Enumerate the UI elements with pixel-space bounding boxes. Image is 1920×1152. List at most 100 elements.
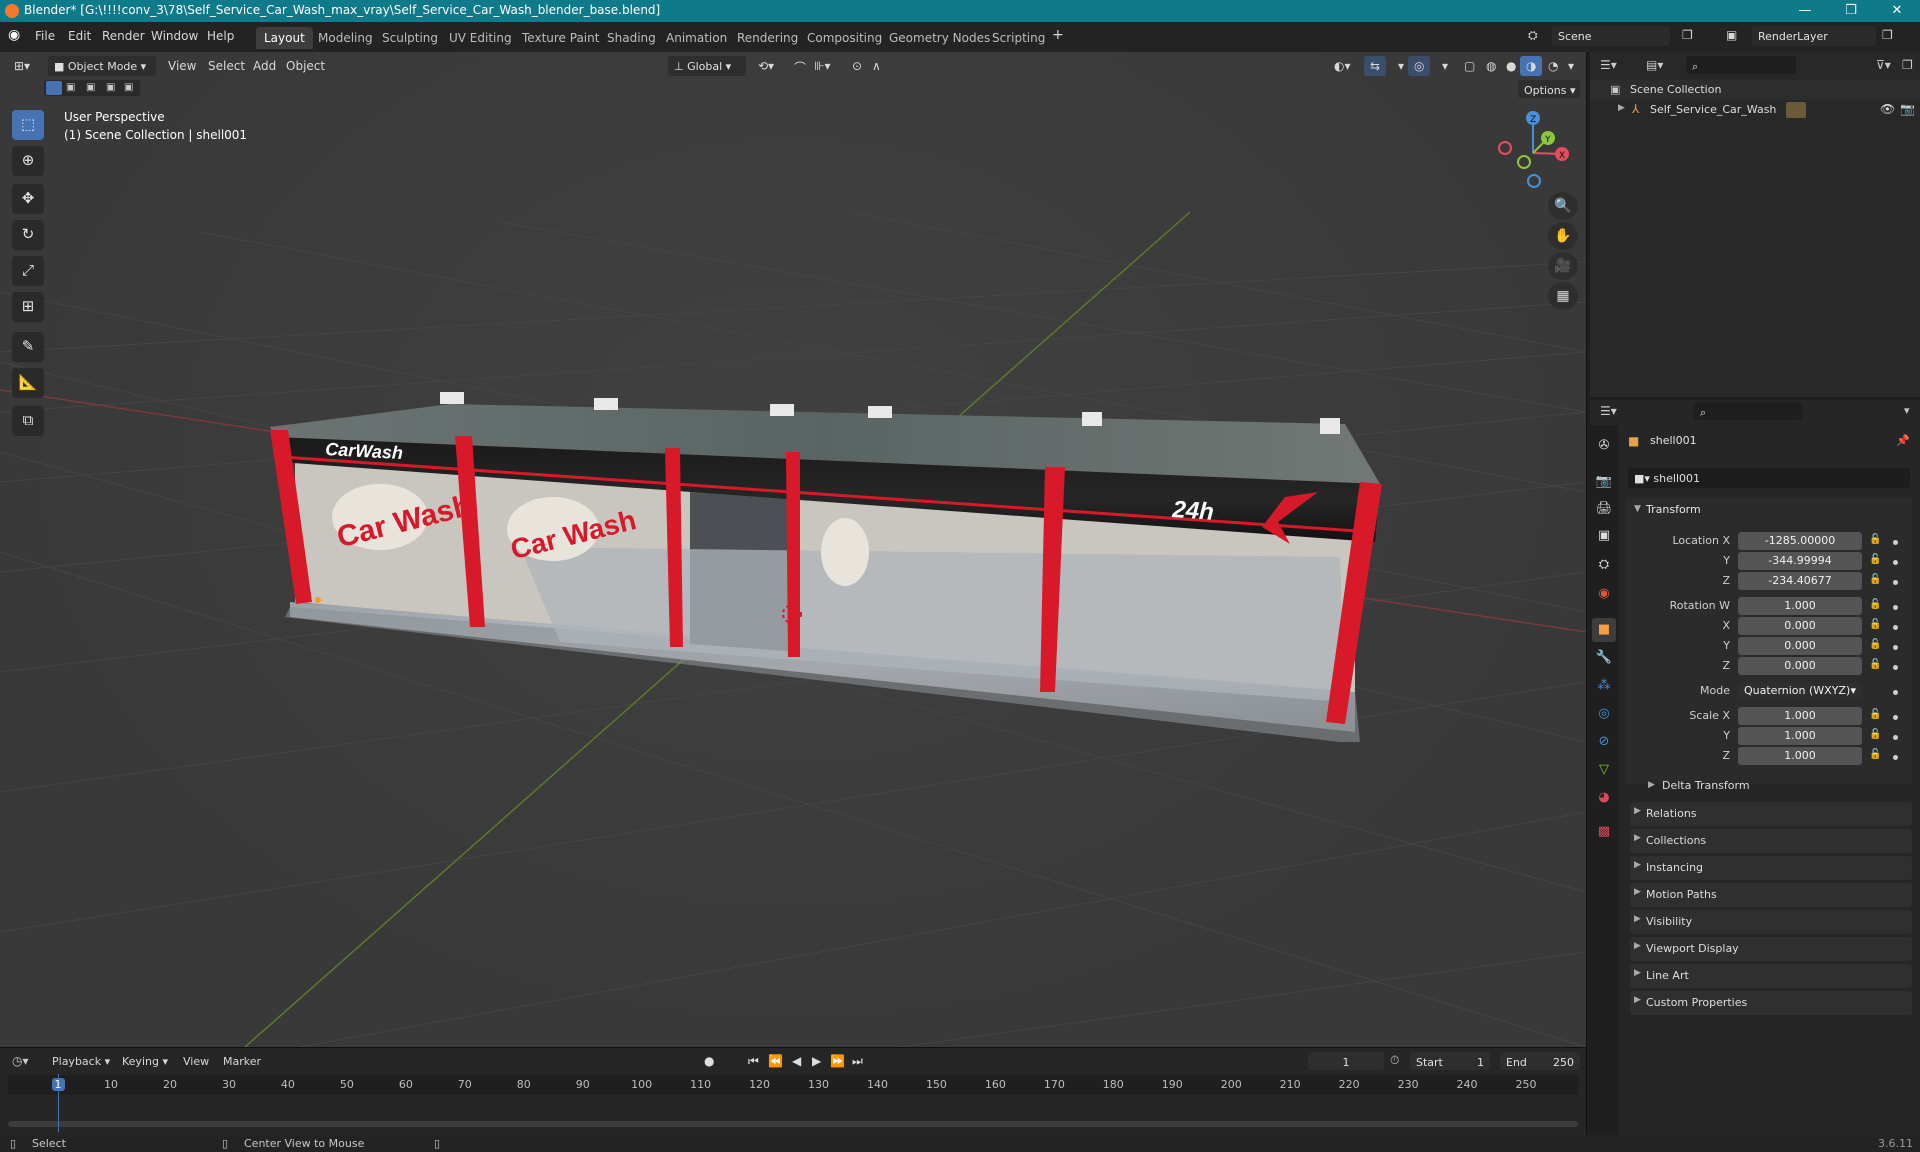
keyframe-dot-icon[interactable] — [1893, 665, 1898, 670]
options-dropdown[interactable]: Options ▾ — [1518, 80, 1580, 98]
rotation-x-field[interactable]: 0.000 — [1738, 617, 1862, 635]
jump-start-icon[interactable]: ⏮ — [748, 1054, 759, 1069]
view-layer-icon[interactable]: ▣ — [1726, 28, 1737, 42]
proportional-edit-icon[interactable]: ⊙ — [846, 56, 868, 76]
stopwatch-icon[interactable]: ⏱ — [1390, 1053, 1399, 1068]
lock-icon[interactable]: 🔓 — [1869, 709, 1881, 720]
jump-end-icon[interactable]: ⏭ — [852, 1054, 863, 1069]
play-reverse-icon[interactable]: ◀ — [792, 1054, 801, 1068]
location-x-field[interactable]: -1285.00000 — [1738, 532, 1862, 550]
tab-uv-editing[interactable]: UV Editing — [441, 27, 520, 49]
3d-viewport[interactable]: Car Wash Car Wash CarWash 24h — [0, 52, 1586, 1047]
minimize-button[interactable]: — — [1782, 0, 1828, 22]
material-tab-icon[interactable]: ◕ — [1592, 786, 1616, 810]
pivot-point-icon[interactable]: ⟲▾ — [752, 56, 780, 76]
keyframe-dot-icon[interactable] — [1893, 540, 1898, 545]
lock-icon[interactable]: 🔓 — [1869, 599, 1881, 610]
gizmo-neg-z[interactable] — [1527, 174, 1541, 188]
lock-icon[interactable]: 🔓 — [1869, 729, 1881, 740]
scale-x-field[interactable]: 1.000 — [1738, 707, 1862, 725]
measure-tool[interactable]: 📐 — [12, 368, 44, 398]
tab-sculpting[interactable]: Sculpting — [374, 27, 446, 49]
tab-layout[interactable]: Layout — [256, 27, 313, 49]
outliner-editor-icon[interactable]: ☰▾ — [1600, 58, 1617, 72]
rotation-mode-select[interactable]: Quaternion (WXYZ) ▾ — [1738, 682, 1862, 700]
next-keyframe-icon[interactable]: ⏩ — [830, 1054, 845, 1068]
output-tab-icon[interactable]: 🖨 — [1592, 497, 1616, 521]
view-layer-tab-icon[interactable]: ▣ — [1592, 524, 1616, 548]
location-z-field[interactable]: -234.40677 — [1738, 572, 1862, 590]
menu-add[interactable]: Add — [247, 56, 282, 76]
constraints-tab-icon[interactable]: ⊘ — [1592, 730, 1616, 754]
ortho-grid-icon[interactable]: ▦ — [1548, 282, 1578, 310]
rotation-w-field[interactable]: 1.000 — [1738, 597, 1862, 615]
camera-render-icon[interactable]: 📷 — [1900, 102, 1915, 116]
menu-window[interactable]: Window — [151, 29, 198, 43]
relations-panel[interactable]: ▶ Relations — [1630, 802, 1912, 826]
falloff-icon[interactable]: ∧ — [866, 56, 887, 76]
motion-paths-panel[interactable]: ▶ Motion Paths — [1630, 883, 1912, 907]
shading-options-icon[interactable]: ▾ — [1562, 56, 1580, 76]
navigation-gizmo[interactable]: Z X Y — [1488, 108, 1578, 198]
render-tab-icon[interactable]: 📷 — [1592, 470, 1616, 494]
scene-tab-icon[interactable]: ⛭ — [1592, 553, 1616, 577]
menu-view[interactable]: View — [162, 56, 202, 76]
lock-icon[interactable]: 🔓 — [1869, 619, 1881, 630]
play-icon[interactable]: ▶ — [812, 1054, 821, 1068]
transform-orientation-selector[interactable]: ⊥ Global ▾ — [668, 56, 746, 76]
material-shading-icon[interactable]: ◑ — [1520, 56, 1543, 76]
filter-icon[interactable]: ⊽▾ — [1876, 58, 1891, 72]
new-view-layer-icon[interactable]: ❐ — [1882, 28, 1893, 42]
menu-edit[interactable]: Edit — [68, 29, 91, 43]
keyframe-dot-icon[interactable] — [1893, 645, 1898, 650]
end-frame-field[interactable]: End 250 — [1500, 1052, 1580, 1070]
keyframe-dot-icon[interactable] — [1893, 625, 1898, 630]
scale-z-field[interactable]: 1.000 — [1738, 747, 1862, 765]
expand-arrow-icon[interactable]: ▶ — [1618, 103, 1625, 113]
rotate-tool[interactable]: ↻ — [12, 220, 44, 250]
outliner-search-input[interactable]: ⌕ — [1686, 56, 1796, 74]
properties-editor-icon[interactable]: ☰▾ — [1600, 404, 1617, 418]
scene-selector[interactable]: Scene — [1552, 26, 1670, 46]
timeline[interactable]: ◷▾ Playback ▾ Keying ▾ View Marker ● ⏮ ⏪… — [0, 1047, 1586, 1135]
menu-keying[interactable]: Keying ▾ — [122, 1055, 168, 1068]
camera-view-icon[interactable]: 🎥 — [1548, 252, 1578, 280]
record-icon[interactable]: ● — [704, 1054, 714, 1068]
select-intersect-icon[interactable]: ▣ — [124, 82, 133, 93]
select-new-icon[interactable] — [46, 81, 62, 95]
rotation-y-field[interactable]: 0.000 — [1738, 637, 1862, 655]
keyframe-dot-icon[interactable] — [1893, 560, 1898, 565]
visibility-icon[interactable]: ◐▾ — [1328, 56, 1357, 76]
object-data-icon[interactable] — [1786, 102, 1806, 118]
tab-animation[interactable]: Animation — [658, 27, 735, 49]
select-invert-icon[interactable]: ▣ — [106, 82, 115, 93]
add-workspace-icon[interactable]: + — [1052, 27, 1064, 43]
outliner-item-row[interactable]: ▶ ⅄ Self_Service_Car_Wash 👁 📷 — [1590, 100, 1920, 120]
keyframe-dot-icon[interactable] — [1893, 580, 1898, 585]
viewport-display-panel[interactable]: ▶ Viewport Display — [1630, 937, 1912, 961]
delta-transform-subpanel[interactable]: ▶ Delta Transform — [1640, 776, 1910, 796]
lock-icon[interactable]: 🔓 — [1869, 749, 1881, 760]
keyframe-dot-icon[interactable] — [1893, 735, 1898, 740]
properties-search-input[interactable]: ⌕ — [1694, 402, 1802, 420]
physics-tab-icon[interactable]: ◎ — [1592, 702, 1616, 726]
scale-y-field[interactable]: 1.000 — [1738, 727, 1862, 745]
select-subtract-icon[interactable]: ▣ — [86, 82, 95, 93]
texture-tab-icon[interactable]: ▩ — [1592, 820, 1616, 844]
keyframe-dot-icon[interactable] — [1893, 715, 1898, 720]
gizmo-neg-x[interactable] — [1498, 141, 1512, 155]
zoom-icon[interactable]: 🔍 — [1548, 192, 1578, 220]
pan-hand-icon[interactable]: ✋ — [1548, 222, 1578, 250]
keyframe-dot-icon[interactable] — [1893, 690, 1898, 695]
data-tab-icon[interactable]: ▽ — [1592, 758, 1616, 782]
current-frame-field[interactable]: 1 — [1308, 1052, 1384, 1070]
move-tool[interactable]: ✥ — [12, 184, 44, 214]
mode-selector[interactable]: ■ Object Mode ▾ — [48, 56, 156, 76]
scale-tool[interactable]: ⤢ — [12, 256, 44, 286]
menu-marker[interactable]: Marker — [223, 1055, 261, 1068]
cursor-tool[interactable]: ⊕ — [12, 146, 44, 176]
maximize-button[interactable]: ❐ — [1828, 0, 1874, 22]
add-cube-tool[interactable]: ⧉ — [12, 406, 44, 436]
outliner-root-row[interactable]: ▣ Scene Collection — [1590, 80, 1920, 100]
keyframe-dot-icon[interactable] — [1893, 755, 1898, 760]
